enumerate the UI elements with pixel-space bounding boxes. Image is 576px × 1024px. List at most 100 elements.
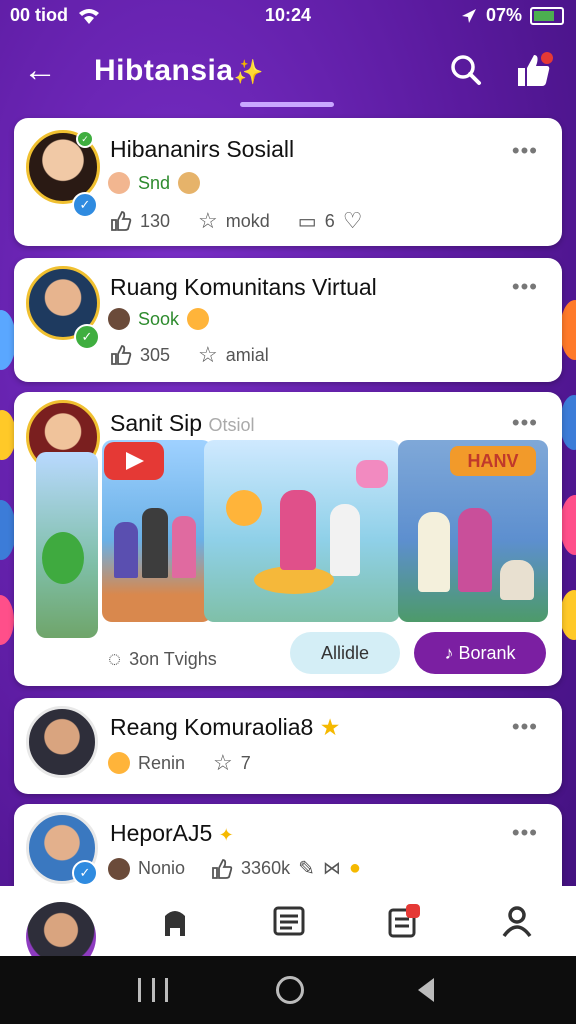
post-card[interactable]: ✓ ✓ Hibananirs Sosiall ••• Snd 130 ☆ mok… (14, 118, 562, 246)
post-title[interactable]: Reang Komuraolia8 ★ (110, 714, 340, 741)
figure-girl (280, 490, 316, 570)
figure-group (110, 500, 206, 600)
recent-apps-icon[interactable] (138, 978, 168, 1002)
figure-kid (500, 560, 534, 600)
post-card[interactable]: ✓ Ruang Komunitans Virtual ••• Sook 305 … (14, 258, 562, 382)
comment-count: 6 (324, 210, 335, 231)
avatar[interactable] (26, 706, 98, 778)
star-icon[interactable]: ☆ (198, 342, 218, 368)
like-count: 305 (140, 344, 171, 365)
media-post-card[interactable]: ♥ Sanit Sip Otsiol ••• HANV ◌ 3on Tvighs… (14, 392, 562, 686)
online-badge-icon: ✓ (76, 130, 94, 148)
verified-badge-icon: ✓ (72, 192, 98, 218)
decor-bubble-right (560, 395, 576, 450)
notifications-icon[interactable] (386, 904, 420, 938)
sparkle-icon: ✦ (218, 825, 234, 845)
verified-badge-icon: ✓ (72, 860, 98, 886)
mini-avatar (108, 308, 130, 330)
home-icon[interactable] (158, 904, 192, 938)
post-meta: Snd (108, 172, 201, 194)
post-meta: Renin ☆ 7 (108, 750, 251, 776)
more-options-icon[interactable]: ••• (512, 274, 538, 300)
star-icon[interactable]: ☆ (198, 208, 218, 234)
more-options-icon[interactable]: ••• (512, 820, 538, 846)
comment-box-icon[interactable]: ▭ (298, 209, 317, 234)
verified-badge-icon: ✓ (74, 324, 100, 350)
footer-text: 3on Tvighs (129, 648, 217, 669)
edit-icon[interactable]: ✎ (298, 856, 315, 881)
thumbs-up-icon[interactable] (110, 210, 132, 232)
media-image-2[interactable] (204, 440, 400, 622)
search-icon[interactable] (450, 54, 482, 86)
post-subtitle: Sook (138, 308, 180, 329)
post-actions: 130 ☆ mokd ▭ 6 ♡ (110, 208, 362, 234)
thumbs-up-notification-icon[interactable] (514, 50, 554, 90)
favorite-label: mokd (225, 210, 270, 231)
post-meta: Sook (108, 308, 210, 330)
home-button-icon[interactable] (276, 976, 304, 1004)
thumbs-up-icon[interactable] (110, 344, 132, 366)
app-title: Hibtansia✨ (94, 54, 264, 87)
user-profile-icon[interactable] (500, 904, 534, 938)
heart-icon[interactable]: ♡ (343, 208, 363, 234)
more-options-icon[interactable]: ••• (512, 714, 538, 740)
post-subtitle: Renin (138, 752, 186, 773)
post-actions: 305 ☆ amial (110, 342, 269, 368)
location-icon (461, 8, 476, 23)
bulb-icon: ● (348, 857, 361, 879)
bottom-navigation (0, 886, 576, 972)
post-meta: ◌ 3on Tvighs (108, 646, 217, 672)
post-title[interactable]: Sanit Sip Otsiol (110, 410, 254, 437)
mini-avatar (108, 172, 130, 194)
post-title-faint: Otsiol (208, 415, 255, 435)
star-icon[interactable]: ☆ (213, 750, 233, 776)
more-options-icon[interactable]: ••• (512, 138, 538, 164)
post-actions: Nonio 3360k ✎ ⋈ ● (108, 856, 361, 881)
back-arrow-icon[interactable]: ← (22, 52, 58, 88)
figure-kid (458, 508, 492, 592)
sparkle-icon: ✨ (233, 59, 264, 86)
post-card[interactable]: Reang Komuraolia8 ★ ••• Renin ☆ 7 (14, 698, 562, 794)
emoji-face-icon (226, 490, 262, 526)
favorite-label: amial (225, 344, 269, 365)
post-title[interactable]: Ruang Komunitans Virtual (110, 274, 377, 301)
platform-shape (254, 566, 334, 594)
emoji-outline-icon[interactable]: ◌ (108, 646, 121, 672)
figure-kid (418, 512, 450, 592)
feed-list-icon[interactable] (272, 904, 306, 938)
play-icon[interactable] (104, 442, 164, 480)
post-title[interactable]: Hibananirs Sosiall (110, 136, 294, 163)
mini-avatar (178, 172, 201, 194)
thumbs-up-icon[interactable] (211, 858, 233, 880)
media-image-1[interactable] (102, 440, 212, 622)
post-title[interactable]: HeporAJ5 ✦ (110, 820, 234, 847)
decor-bubble-right (560, 300, 576, 360)
media-thumb-left[interactable] (36, 452, 98, 638)
decor-bubble-right (560, 590, 576, 640)
more-options-icon[interactable]: ••• (512, 410, 538, 436)
status-bar: 00 tiod 10:24 07% (0, 0, 576, 30)
post-subtitle: Snd (138, 172, 171, 193)
post-subtitle: Nonio (138, 858, 186, 878)
battery-percent: 07% (485, 5, 522, 25)
media-banner: HANV (450, 446, 536, 476)
tab-indicator (240, 102, 334, 107)
like-count: 3360k (241, 858, 291, 878)
emoji-icon (187, 308, 210, 330)
favorite-count: 7 (240, 752, 251, 773)
figure-girl (330, 504, 360, 576)
system-navigation-bar (0, 956, 576, 1024)
decor-bubble-right (560, 495, 576, 555)
mini-avatar (108, 752, 130, 774)
bowtie-icon: ⋈ (322, 858, 341, 878)
decor-bubble-left (0, 595, 14, 645)
battery-icon (530, 6, 564, 25)
game-icon (356, 460, 388, 488)
secondary-button[interactable]: Allidle (290, 632, 400, 674)
music-icon: ♪ (444, 643, 459, 663)
back-button-icon[interactable] (418, 978, 434, 1002)
app-header: ← Hibtansia✨ (0, 40, 576, 110)
media-image-3[interactable]: HANV (398, 440, 548, 622)
primary-button[interactable]: ♪ Borank (414, 632, 546, 674)
mini-avatar (108, 857, 130, 880)
